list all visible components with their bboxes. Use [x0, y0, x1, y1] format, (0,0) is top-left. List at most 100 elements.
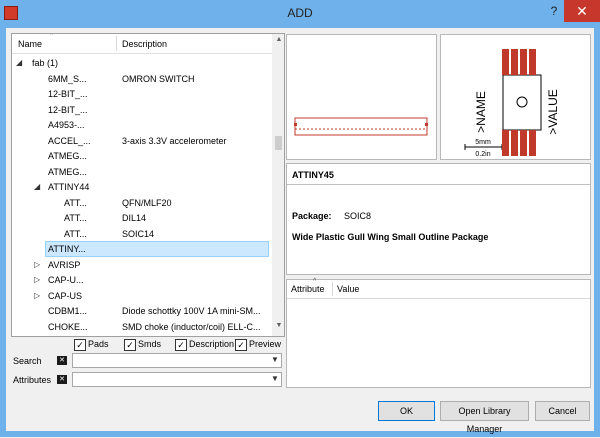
column-name[interactable]: Name [18, 39, 42, 49]
tree-row[interactable]: 12-BIT_... [12, 86, 272, 102]
tree-scrollbar[interactable] [272, 34, 284, 336]
library-tree[interactable]: ^ Name Description ◢ fab (1) 6MM_S... OMRON… [11, 33, 285, 337]
tree-row-name: CDBM1... [48, 306, 88, 316]
window-title: ADD [287, 6, 313, 20]
chip-body [502, 74, 542, 131]
tree-row-description: 3-axis 3.3V accelerometer [122, 135, 227, 146]
column-divider[interactable] [332, 282, 333, 296]
tree-row-name: AVRISP [48, 259, 81, 270]
package-preview: >NAME >VALUE 5mm 0.2in [440, 34, 591, 160]
window-border-left [0, 28, 6, 437]
tree-row[interactable]: ▷ CAP-U... [12, 272, 272, 288]
preview-checkbox[interactable]: ✓ [235, 339, 247, 351]
column-description[interactable]: Description [122, 39, 167, 49]
close-button[interactable]: ✕ [564, 0, 600, 22]
cancel-button[interactable]: Cancel [535, 401, 590, 421]
pin1-indicator-icon [516, 96, 528, 108]
search-combo[interactable]: ▼ [72, 353, 282, 368]
window-border-right [594, 28, 600, 437]
sort-indicator-icon: ^ [50, 33, 54, 39]
pad-icon [502, 49, 509, 75]
tree-row-name: CAP-US [48, 290, 83, 301]
tree-row-name: ATT... [64, 213, 87, 223]
pad-icon [520, 130, 527, 156]
tree-row-name: ATT... [64, 228, 87, 239]
value-label: >VALUE [546, 89, 560, 134]
pin-marker-icon [425, 123, 428, 126]
tree-row-name: ATMEG... [48, 151, 87, 161]
tree-row[interactable]: CDBM1... Diode schottky 100V 1A mini-SM..… [12, 303, 272, 319]
tree-row-name: 12-BIT_... [48, 104, 88, 115]
tree-row[interactable]: ACCEL_... 3-axis 3.3V accelerometer [12, 133, 272, 149]
tree-row-name: 12-BIT_... [48, 89, 88, 99]
pad-icon [520, 49, 527, 75]
tree-row-description: SOIC14 [122, 228, 155, 239]
pad-icon [529, 130, 536, 156]
ok-button[interactable]: OK [378, 401, 435, 421]
tree-row[interactable]: ▷ AVRISP [12, 257, 272, 273]
column-value[interactable]: Value [337, 284, 359, 294]
search-label: Search [13, 356, 42, 366]
pads-label: Pads [88, 339, 109, 349]
search-clear-icon[interactable]: ✕ [57, 356, 67, 365]
tree-row-name: fab (1) [32, 58, 59, 68]
tree-row-name: ATTINY44 [48, 182, 90, 192]
tree-row[interactable]: ◢ ATTINY44 [12, 179, 272, 195]
tree-row[interactable]: ATMEG... [12, 164, 272, 180]
expand-arrow-icon[interactable]: ▷ [34, 272, 40, 288]
scroll-up-icon[interactable]: ▲ [274, 36, 284, 43]
tree-row-name: 6MM_S... [48, 73, 87, 84]
attributes-label: Attributes [13, 375, 52, 385]
tree-row-name: CAP-U... [48, 275, 84, 285]
tree-row[interactable]: ATMEG... [12, 148, 272, 164]
tree-row-name: ACCEL_... [48, 135, 91, 146]
package-description: Wide Plastic Gull Wing Small Outline Pac… [292, 232, 489, 242]
tree-row[interactable]: ATT... DIL14 [12, 210, 272, 226]
tree-row-description: SMD choke (inductor/coil) ELL-C... [122, 321, 261, 332]
attributes-combo[interactable]: ▼ [72, 372, 282, 387]
tree-row[interactable]: ▷ CAP-US [12, 288, 272, 304]
symbol-drawing [294, 117, 428, 136]
help-button[interactable]: ? [546, 4, 562, 20]
symbol-preview [286, 34, 437, 160]
tree-row-description: DIL14 [122, 213, 147, 223]
pad-icon [511, 49, 518, 75]
tree-row-name: A4953-... [48, 120, 85, 130]
chevron-down-icon[interactable]: ▼ [271, 355, 279, 364]
chevron-down-icon[interactable]: ▼ [271, 374, 279, 383]
pad-icon [502, 130, 509, 156]
pads-checkbox[interactable]: ✓ [74, 339, 86, 351]
scale-in: 0.2in [475, 151, 490, 158]
description-label: Description [189, 339, 235, 349]
smds-label: Smds [138, 339, 162, 349]
attribute-table[interactable]: ^ Attribute Value [286, 278, 591, 388]
package-drawing: >NAME >VALUE 5mm 0.2in [464, 49, 560, 158]
attributes-clear-icon[interactable]: ✕ [57, 375, 67, 384]
package-value: SOIC8 [344, 211, 372, 221]
package-outline [294, 117, 428, 136]
tree-row[interactable]: A4953-... [12, 117, 272, 133]
column-divider[interactable] [116, 36, 117, 51]
preview-label: Preview [249, 339, 282, 349]
expand-arrow-icon[interactable]: ▷ [34, 257, 40, 273]
collapse-arrow-icon[interactable]: ◢ [34, 179, 40, 195]
tree-row[interactable]: 6MM_S... OMRON SWITCH [12, 71, 272, 87]
tree-row-name: ATT... [64, 197, 87, 208]
expand-arrow-icon[interactable]: ▷ [34, 288, 40, 304]
tree-row[interactable]: ATTINY... [12, 241, 272, 257]
tree-row[interactable]: 12-BIT_... [12, 102, 272, 118]
tree-row[interactable]: ◢ fab (1) [12, 55, 272, 71]
tree-row[interactable]: ATT... SOIC14 [12, 226, 272, 242]
info-divider [287, 184, 590, 185]
collapse-arrow-icon[interactable]: ◢ [16, 55, 22, 71]
smds-checkbox[interactable]: ✓ [124, 339, 136, 351]
tree-row-name: CHOKE... [48, 321, 88, 332]
open-library-manager-button[interactable]: Open Library Manager [440, 401, 529, 434]
name-label: >NAME [474, 91, 488, 133]
scroll-down-icon[interactable]: ▼ [274, 322, 284, 329]
column-attribute[interactable]: Attribute [291, 284, 325, 294]
tree-row[interactable]: ATT... QFN/MLF20 [12, 195, 272, 211]
description-checkbox[interactable]: ✓ [175, 339, 187, 351]
scroll-thumb[interactable] [275, 136, 282, 150]
tree-row[interactable]: CHOKE... SMD choke (inductor/coil) ELL-C.… [12, 319, 272, 335]
